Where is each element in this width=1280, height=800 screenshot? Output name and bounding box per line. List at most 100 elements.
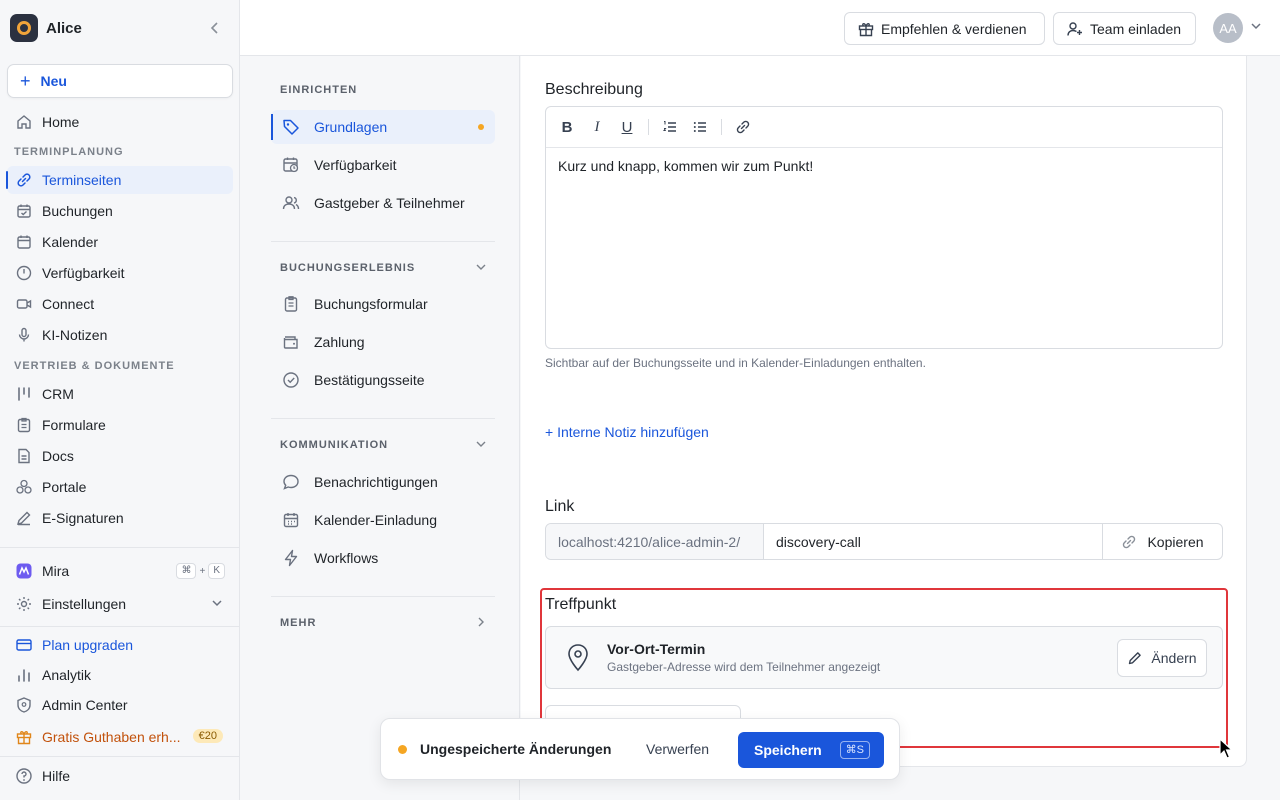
copy-link-button[interactable]: Kopieren (1102, 524, 1222, 559)
card-icon (14, 635, 34, 655)
discard-button[interactable]: Verwerfen (646, 741, 709, 757)
sidebar-item-label: Formulare (42, 417, 106, 433)
subnav-item-verfuegbarkeit[interactable]: Verfügbarkeit (271, 148, 495, 182)
sidebar-section-scheduling: TERMINPLANUNG (14, 146, 124, 158)
workspace-switcher[interactable]: Alice (10, 14, 230, 42)
user-avatar[interactable]: AA (1213, 13, 1243, 43)
invite-team-button[interactable]: Team einladen (1053, 12, 1196, 45)
subnav-item-bestaetigungsseite[interactable]: Bestätigungsseite (271, 363, 495, 397)
crm-icon (14, 384, 34, 404)
calendar-icon (281, 510, 301, 530)
sidebar-item-label: Admin Center (42, 697, 128, 713)
calendar-clock-icon (281, 155, 301, 175)
app-logo (10, 14, 38, 42)
link-prefix: localhost:4210/alice-admin-2/ (546, 524, 764, 559)
sidebar-item-einstellungen[interactable]: Einstellungen (7, 590, 233, 618)
sidebar-divider (0, 626, 239, 627)
subnav-item-label: Workflows (314, 550, 379, 566)
sidebar-item-crm[interactable]: CRM (7, 380, 233, 408)
sidebar-item-label: Docs (42, 448, 74, 464)
chevron-right-icon (475, 616, 487, 628)
sidebar-item-formulare[interactable]: Formulare (7, 411, 233, 439)
sidebar-item-mira[interactable]: Mira ⌘ + K (7, 557, 233, 585)
subnav-item-label: Bestätigungsseite (314, 372, 425, 388)
link-icon[interactable] (734, 118, 752, 136)
sidebar-item-verfuegbarkeit[interactable]: Verfügbarkeit (7, 259, 233, 287)
sidebar-item-buchungen[interactable]: Buchungen (7, 197, 233, 225)
sidebar-item-admin-center[interactable]: Admin Center (7, 691, 233, 719)
unsaved-status: Ungespeicherte Änderungen (420, 741, 612, 757)
ordered-list-icon[interactable] (661, 118, 679, 136)
gift-icon (857, 20, 875, 38)
subnav-item-zahlung[interactable]: Zahlung (271, 325, 495, 359)
save-shortcut: ⌘S (839, 741, 870, 759)
calendar-check-icon (14, 201, 34, 221)
sidebar-item-label: Portale (42, 479, 87, 495)
sidebar-divider (0, 547, 239, 548)
link-icon (1121, 534, 1137, 550)
sidebar-item-docs[interactable]: Docs (7, 442, 233, 470)
invite-team-label: Team einladen (1090, 20, 1182, 37)
sidebar-item-label: Connect (42, 296, 95, 312)
sidebar-item-label: Buchungen (42, 203, 113, 219)
sidebar-item-e-signaturen[interactable]: E-Signaturen (7, 504, 233, 532)
chat-bubble-icon (281, 472, 301, 492)
new-button-label: Neu (40, 73, 67, 89)
sidebar-item-terminseiten[interactable]: Terminseiten (6, 166, 233, 194)
subnav-divider (271, 418, 495, 419)
collapse-sidebar-icon[interactable] (208, 21, 222, 35)
subnav-section-communication[interactable]: KOMMUNIKATION (280, 439, 486, 451)
portal-icon (14, 477, 34, 497)
subnav-item-label: Kalender-Einladung (314, 512, 437, 528)
description-text[interactable]: Kurz und knapp, kommen wir zum Punkt! (546, 148, 1222, 184)
sidebar-item-label: E-Signaturen (42, 510, 124, 526)
mouse-cursor-icon (1219, 738, 1234, 759)
new-button[interactable]: + Neu (7, 64, 233, 98)
sidebar-item-portale[interactable]: Portale (7, 473, 233, 501)
sidebar-item-hilfe[interactable]: Hilfe (7, 762, 233, 790)
subnav-item-workflows[interactable]: Workflows (271, 541, 495, 575)
add-internal-note-link[interactable]: + Interne Notiz hinzufügen (545, 424, 709, 440)
event-settings-nav: EINRICHTEN Grundlagen Verfügbarkeit Gast… (240, 56, 520, 800)
sidebar-section-sales: VERTRIEB & DOKUMENTE (14, 360, 175, 372)
clock-icon (14, 263, 34, 283)
refer-button[interactable]: Empfehlen & verdienen (844, 12, 1045, 45)
chevron-down-icon (475, 261, 487, 273)
link-field: localhost:4210/alice-admin-2/ discovery-… (545, 523, 1223, 560)
clipboard-icon (281, 294, 301, 314)
subnav-item-gastgeber[interactable]: Gastgeber & Teilnehmer (271, 186, 495, 220)
subnav-item-label: Grundlagen (314, 119, 388, 135)
link-label: Link (545, 498, 575, 515)
subnav-section-booking[interactable]: BUCHUNGSERLEBNIS (280, 262, 486, 274)
editor-toolbar: B I U (546, 107, 1222, 148)
save-button[interactable]: Speichern ⌘S (738, 732, 884, 768)
subnav-section-more[interactable]: MEHR (280, 617, 484, 629)
microphone-icon (14, 325, 34, 345)
gift-icon (14, 727, 34, 747)
topbar: Empfehlen & verdienen Team einladen AA (240, 0, 1280, 56)
clipboard-icon (14, 415, 34, 435)
link-slug-input[interactable]: discovery-call (764, 524, 1102, 559)
underline-icon[interactable]: U (618, 118, 636, 136)
sidebar-item-connect[interactable]: Connect (7, 290, 233, 318)
sidebar-item-ki-notizen[interactable]: KI-Notizen (7, 321, 233, 349)
sidebar-item-home[interactable]: Home (7, 108, 233, 136)
subnav-item-buchungsformular[interactable]: Buchungsformular (271, 287, 495, 321)
users-icon (281, 193, 301, 213)
bold-icon[interactable]: B (558, 118, 576, 136)
location-title: Vor-Ort-Termin (607, 641, 706, 657)
change-location-button[interactable]: Ändern (1117, 639, 1207, 677)
subnav-item-grundlagen[interactable]: Grundlagen (271, 110, 495, 144)
sidebar-item-analytik[interactable]: Analytik (7, 661, 233, 689)
chevron-down-icon[interactable] (1250, 20, 1262, 32)
sidebar-item-upgrade[interactable]: Plan upgraden (7, 631, 233, 659)
user-plus-icon (1066, 20, 1084, 38)
shield-icon (14, 695, 34, 715)
subnav-item-kalender-einladung[interactable]: Kalender-Einladung (271, 503, 495, 537)
bullet-list-icon[interactable] (691, 118, 709, 136)
subnav-item-benachrichtigungen[interactable]: Benachrichtigungen (271, 465, 495, 499)
sidebar-item-credit[interactable]: Gratis Guthaben erh... €20 (7, 723, 233, 751)
sidebar-item-kalender[interactable]: Kalender (7, 228, 233, 256)
italic-icon[interactable]: I (588, 118, 606, 136)
sidebar-item-label: CRM (42, 386, 74, 402)
